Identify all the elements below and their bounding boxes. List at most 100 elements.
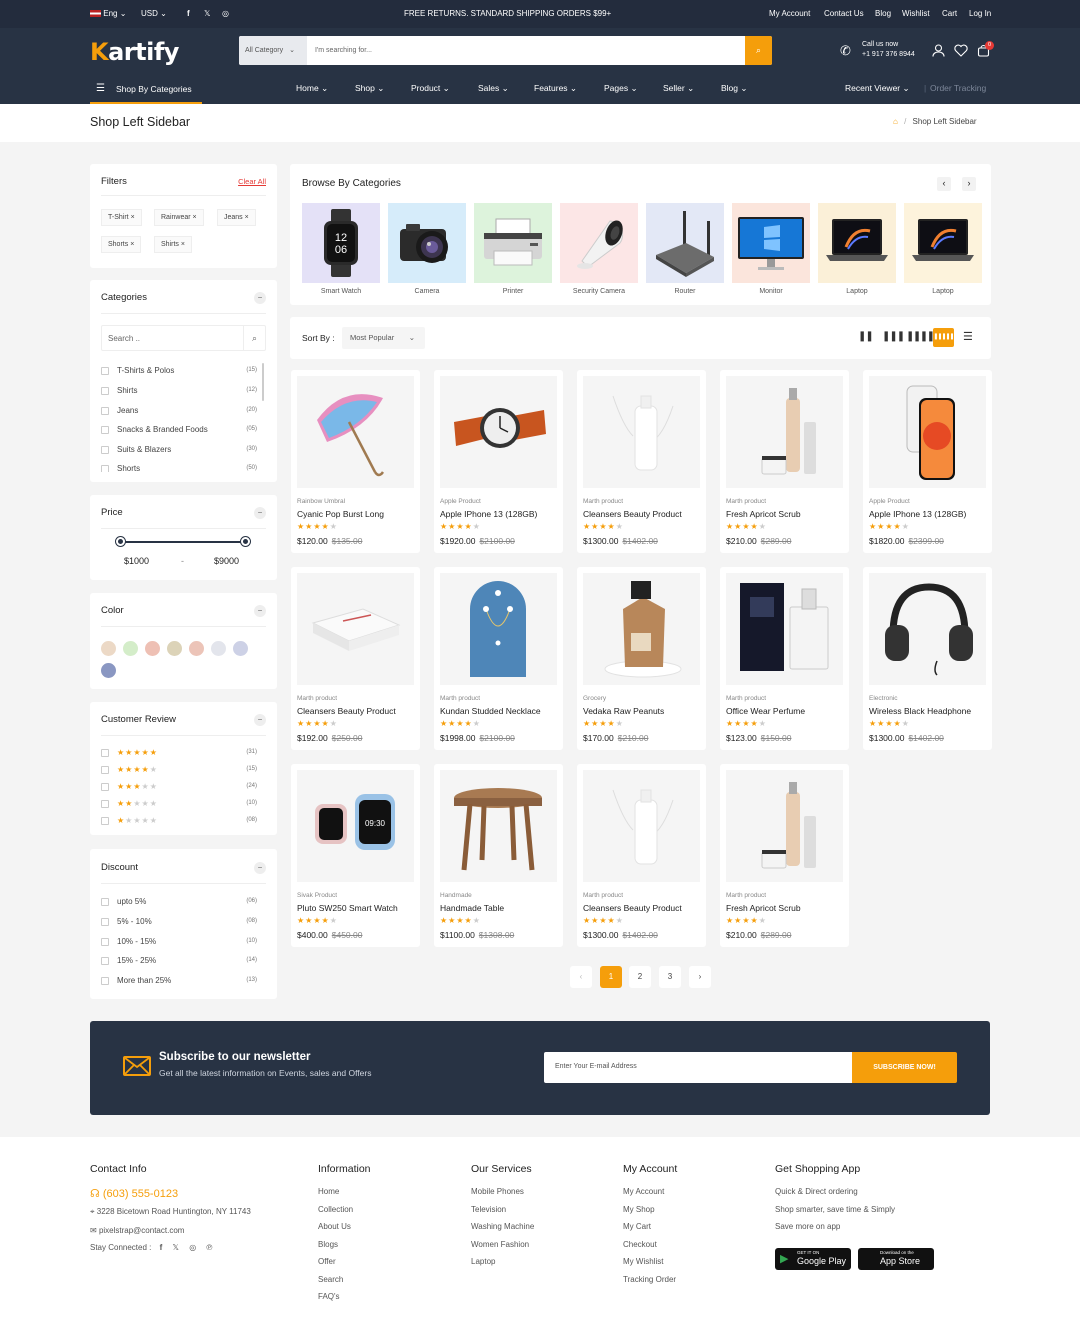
search-category-select[interactable]: All Category ⌄ [239,36,307,65]
product-card[interactable]: Marth product Fresh Apricot Scrub ★★★★★ $21… [720,764,849,947]
grid-5-view-icon[interactable]: ❚❚❚❚❚ [933,328,955,347]
nav-shop[interactable]: Shop ⌄ [355,83,384,94]
category-search-input[interactable]: Search .. ⌕ [101,325,266,351]
top-link-cart[interactable]: Cart [942,9,957,18]
color-swatch[interactable] [101,663,116,678]
currency-selector[interactable]: USD ⌄ [141,9,167,18]
product-card[interactable]: Marth product Kundan Studded Necklace ★★★★… [434,567,563,750]
footer-link[interactable]: My Cart [623,1222,677,1231]
product-name[interactable]: Office Wear Perfume [726,706,805,716]
discount-item[interactable]: 10% - 15% (10) [101,937,257,949]
close-icon[interactable]: × [245,214,249,221]
product-card[interactable]: Electronic Wireless Black Headphone ★★★★★ $… [863,567,992,750]
necklace-image[interactable] [440,573,557,685]
headphone-image[interactable] [869,573,986,685]
nav-pages[interactable]: Pages ⌄ [604,83,638,94]
filter-chip[interactable]: Shorts × [101,236,142,253]
cleanser-bottle-image[interactable] [583,770,700,882]
footer-link[interactable]: My Wishlist [623,1257,677,1266]
price-slider-max-handle[interactable] [241,537,250,546]
discount-item[interactable]: 5% - 10% (08) [101,917,257,929]
shop-by-categories-button[interactable]: ☰ Shop By Categories [90,76,202,104]
color-swatch[interactable] [123,641,138,656]
beauty-box-image[interactable] [297,573,414,685]
product-name[interactable]: Cyanic Pop Burst Long [297,509,384,519]
product-card[interactable]: Marth product Cleansers Beauty Product ★★★… [291,567,420,750]
pagination-prev[interactable]: ‹ [570,966,592,988]
filter-chip[interactable]: Rainwear × [154,209,204,226]
iphone-image[interactable] [869,376,986,488]
product-card[interactable]: 09:30 Sivak Product Pluto SW250 Smart Watc… [291,764,420,947]
footer-link[interactable]: FAQ's [318,1292,371,1301]
product-card[interactable]: Handmade Handmade Table ★★★★★ $1100.00 $1308… [434,764,563,947]
recent-viewer[interactable]: Recent Viewer ⌄ [845,83,910,94]
category-item[interactable]: Snacks & Branded Foods (05) [101,425,257,437]
filter-chip[interactable]: Jeans × [217,209,256,226]
product-name[interactable]: Pluto SW250 Smart Watch [297,903,398,913]
category-card[interactable]: Camera [388,203,466,295]
review-filter-row[interactable]: ★★★★★ (10) [101,799,257,811]
pagination-next[interactable]: › [689,966,711,988]
collapse-icon[interactable]: − [254,714,266,726]
nav-blog[interactable]: Blog ⌄ [721,83,748,94]
price-slider-track[interactable] [120,541,247,543]
discount-item[interactable]: 15% - 25% (14) [101,956,257,968]
next-arrow-icon[interactable]: › [962,177,976,191]
color-swatch[interactable] [101,641,116,656]
scrollbar[interactable] [262,363,264,401]
product-card[interactable]: Marth product Cleansers Beauty Product ★★★… [577,764,706,947]
product-card[interactable]: Marth product Cleansers Beauty Product ★★★… [577,370,706,553]
product-name[interactable]: Vedaka Raw Peanuts [583,706,664,716]
user-icon[interactable] [932,44,945,60]
footer-link[interactable]: Collection [318,1205,371,1214]
footer-link[interactable]: Search [318,1275,371,1284]
close-icon[interactable]: × [130,241,134,248]
footer-link[interactable]: Tracking Order [623,1275,677,1284]
category-item[interactable]: Suits & Blazers (30) [101,445,257,457]
close-icon[interactable]: × [181,241,185,248]
footer-link[interactable]: Mobile Phones [471,1187,534,1196]
review-filter-row[interactable]: ★★★★★ (24) [101,782,257,794]
pinterest-icon[interactable]: ℗ [206,1243,212,1252]
top-link-blog[interactable]: Blog [875,9,891,18]
product-card[interactable]: Grocery Vedaka Raw Peanuts ★★★★★ $170.00 $21… [577,567,706,750]
nav-seller[interactable]: Seller ⌄ [663,83,694,94]
color-swatch[interactable] [211,641,226,656]
product-name[interactable]: Handmade Table [440,903,504,913]
filter-chip[interactable]: T-Shirt × [101,209,142,226]
smart-watch-image[interactable]: 09:30 [297,770,414,882]
subscribe-button[interactable]: SUBSCRIBE NOW! [852,1052,957,1083]
category-item[interactable]: T-Shirts & Polos (15) [101,366,257,378]
product-card[interactable]: Marth product Office Wear Perfume ★★★★★ $12… [720,567,849,750]
home-icon[interactable]: ⌂ [893,117,898,126]
perfume-image[interactable] [726,573,843,685]
product-name[interactable]: Kundan Studded Necklace [440,706,541,716]
pagination-page[interactable]: 3 [659,966,681,988]
category-item[interactable]: Shorts (50) [101,464,257,472]
facebook-icon[interactable]: f [160,1243,163,1252]
product-name[interactable]: Fresh Apricot Scrub [726,903,801,913]
pagination-page[interactable]: 1 [600,966,622,988]
language-selector[interactable]: Eng ⌄ [90,9,126,18]
discount-item[interactable]: upto 5% (06) [101,897,257,909]
list-view-icon[interactable]: ☰ [963,330,973,343]
order-tracking-link[interactable]: Order Tracking [930,83,986,93]
footer-link[interactable]: Laptop [471,1257,534,1266]
product-name[interactable]: Apple IPhone 13 (128GB) [440,509,537,519]
price-slider-min-handle[interactable] [116,537,125,546]
footer-link[interactable]: My Account [623,1187,677,1196]
product-name[interactable]: Fresh Apricot Scrub [726,509,801,519]
table-image[interactable] [440,770,557,882]
instagram-icon[interactable]: ◎ [222,9,229,18]
search-icon[interactable]: ⌕ [243,326,265,350]
grid-3-view-icon[interactable]: ❚❚❚ [882,331,905,342]
prev-arrow-icon[interactable]: ‹ [937,177,951,191]
watch-image[interactable] [440,376,557,488]
color-swatch[interactable] [145,641,160,656]
grid-2-view-icon[interactable]: ❚❚ [858,331,874,342]
footer-link[interactable]: Home [318,1187,371,1196]
review-filter-row[interactable]: ★★★★★ (15) [101,765,257,777]
product-name[interactable]: Apple IPhone 13 (128GB) [869,509,966,519]
product-name[interactable]: Cleansers Beauty Product [297,706,396,716]
footer-email[interactable]: pixelstrap@contact.com [99,1226,185,1235]
